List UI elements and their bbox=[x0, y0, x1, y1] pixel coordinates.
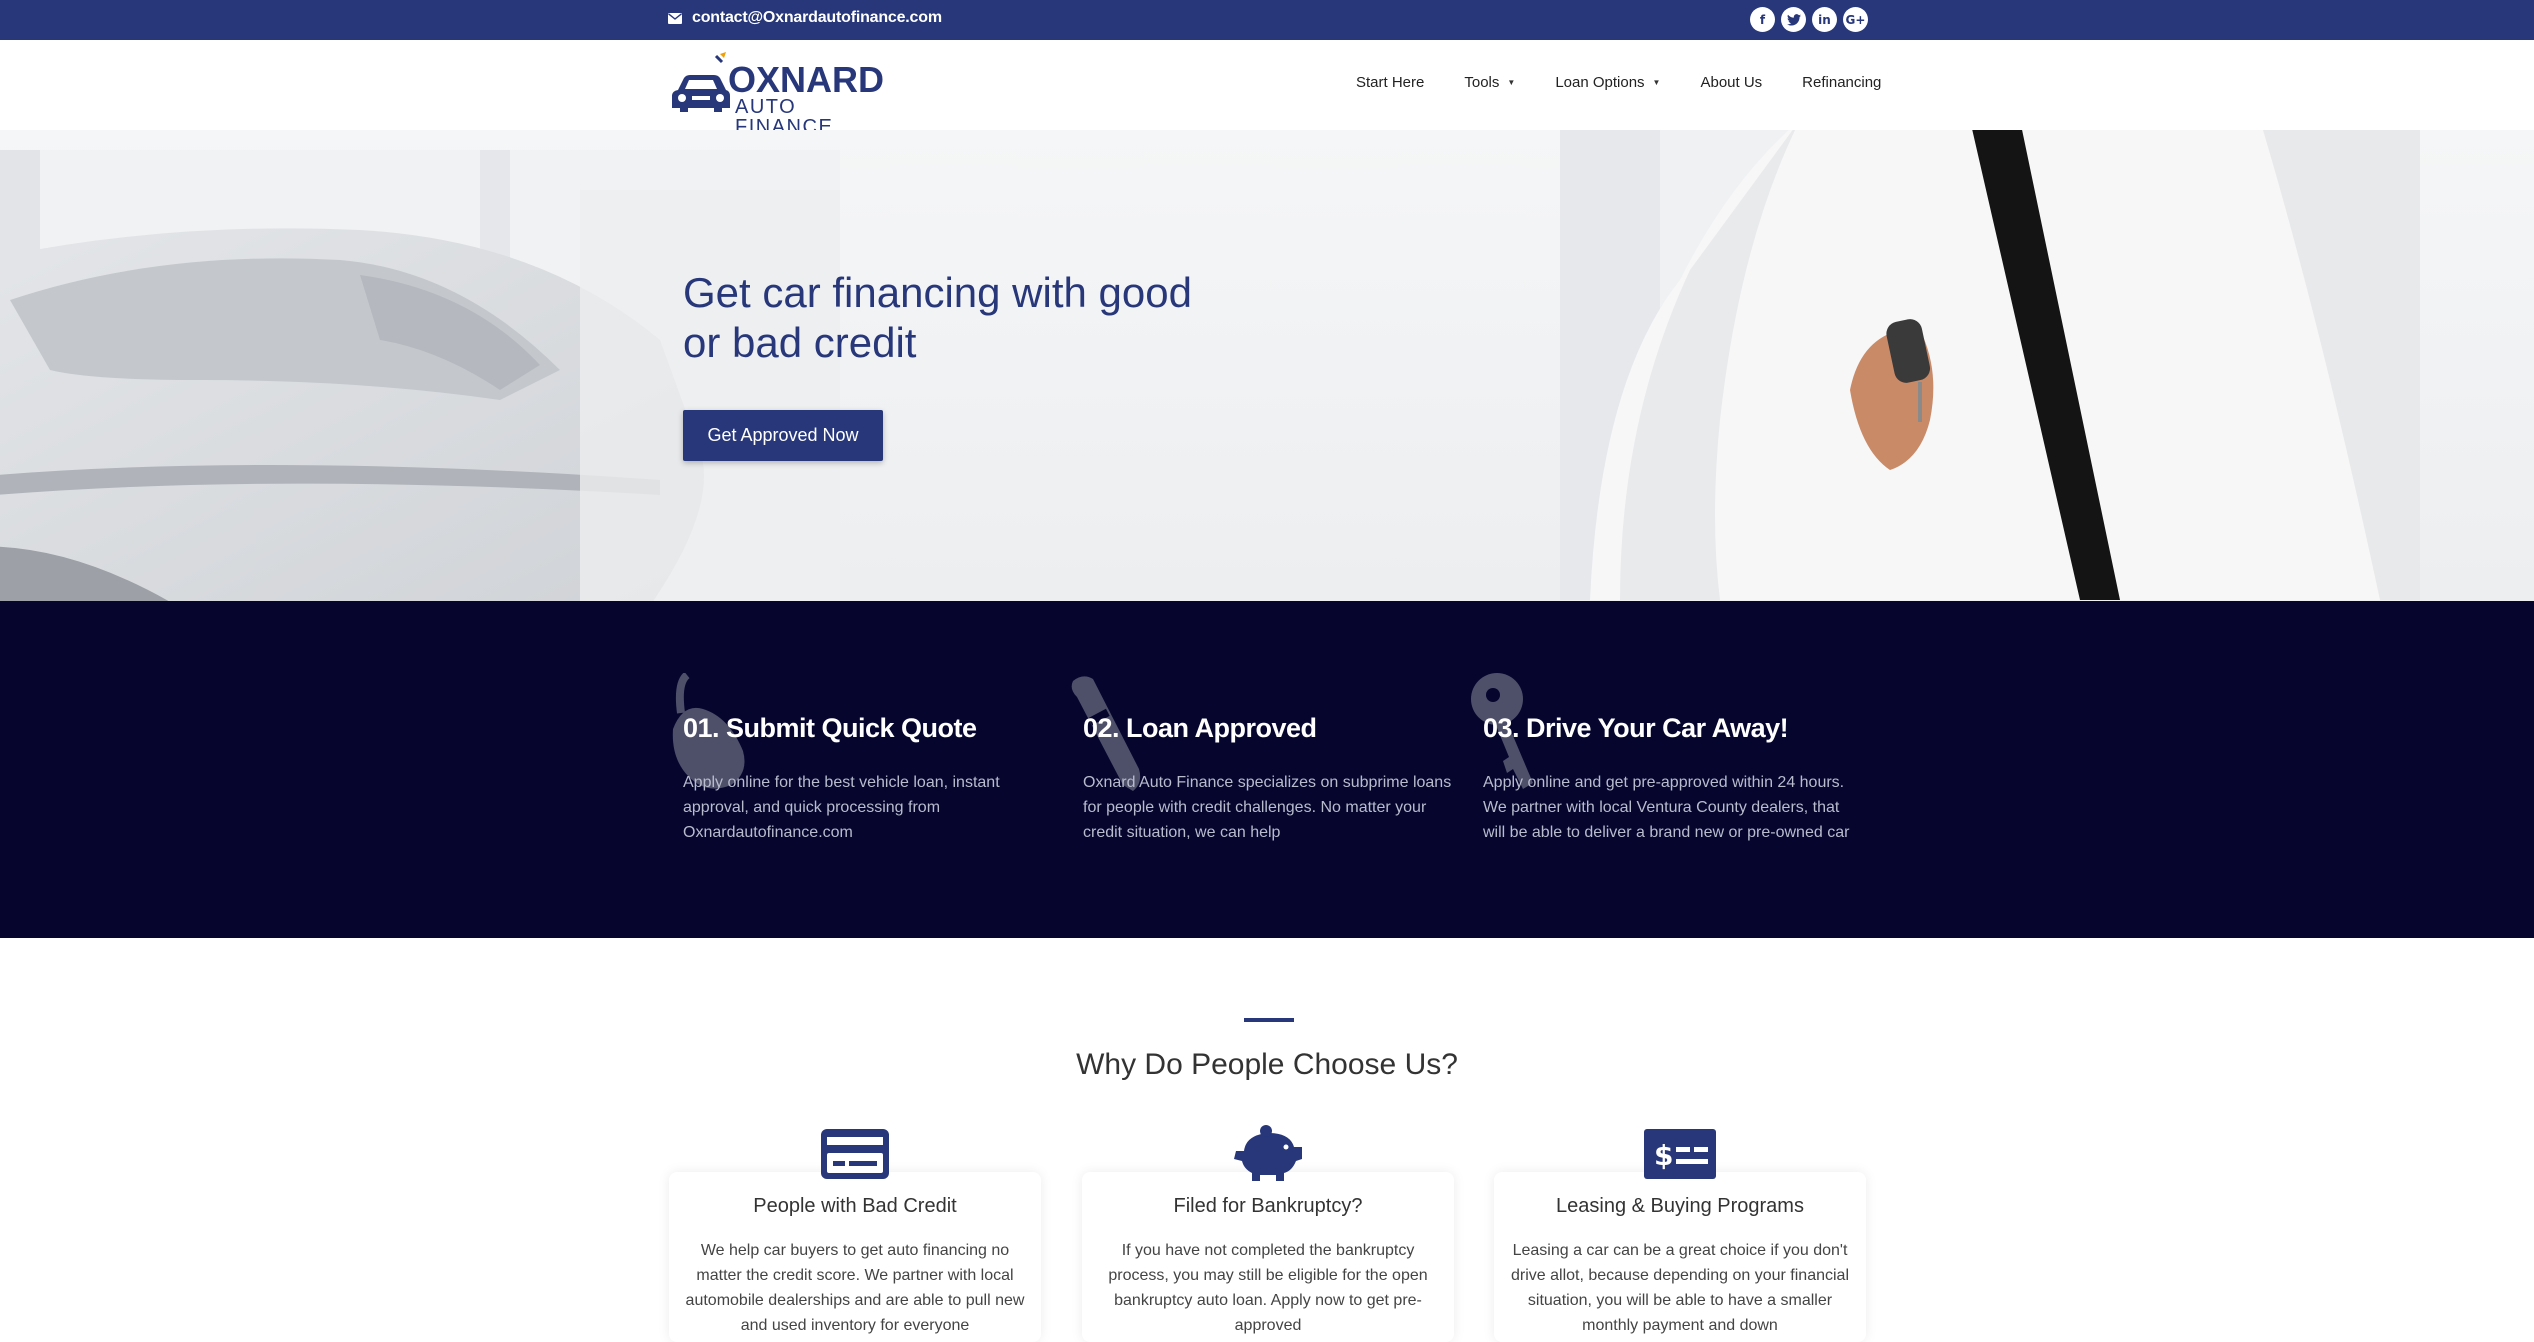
step-title: 01. Submit Quick Quote bbox=[683, 713, 977, 743]
car-logo-icon bbox=[672, 52, 730, 112]
linkedin-icon[interactable]: in bbox=[1812, 7, 1837, 32]
nav-loan-options[interactable]: Loan Options ▼ bbox=[1555, 74, 1660, 91]
feature-text: Leasing a car can be a great choice if y… bbox=[1510, 1242, 1849, 1334]
step-card: 02. Loan Approved Oxnard Auto Finance sp… bbox=[1071, 676, 1463, 845]
hero-car-image bbox=[0, 150, 840, 601]
site-logo[interactable]: OXNARD AUTO FINANCE bbox=[668, 50, 894, 137]
step-text: Apply online and get pre-approved within… bbox=[1483, 774, 1850, 841]
money-bill-icon: $ bbox=[1644, 1129, 1716, 1179]
feature-text: If you have not completed the bankruptcy… bbox=[1108, 1242, 1428, 1334]
hero-banner: Get car financing with good or bad credi… bbox=[0, 130, 2534, 601]
twitter-icon[interactable] bbox=[1781, 7, 1806, 32]
svg-text:$: $ bbox=[1654, 1139, 1673, 1172]
nav-label: Tools bbox=[1464, 74, 1500, 91]
hero-person-with-keys-image bbox=[1560, 130, 2420, 601]
facebook-icon[interactable]: f bbox=[1750, 7, 1775, 32]
dropdown-caret-icon: ▼ bbox=[1507, 78, 1516, 87]
top-bar: contact@Oxnardautofinance.com f in G+ bbox=[0, 0, 2534, 40]
step-title: 03. Drive Your Car Away! bbox=[1483, 713, 1789, 743]
nav-label: Start Here bbox=[1356, 74, 1425, 91]
steps-section: 01. Submit Quick Quote Apply online for … bbox=[0, 601, 2534, 938]
nav-tools[interactable]: Tools ▼ bbox=[1464, 74, 1515, 91]
feature-title: Leasing & Buying Programs bbox=[1556, 1195, 1804, 1217]
main-nav: Start Here Tools ▼ Loan Options ▼ About Us… bbox=[1356, 74, 1881, 91]
nav-label: Refinancing bbox=[1802, 74, 1882, 91]
step-text: Apply online for the best vehicle loan, … bbox=[683, 774, 1000, 841]
feature-card: Leasing & Buying Programs Leasing a car … bbox=[1494, 1172, 1866, 1342]
nav-about-us[interactable]: About Us bbox=[1700, 74, 1762, 91]
nav-label: About Us bbox=[1700, 74, 1763, 91]
google-plus-icon[interactable]: G+ bbox=[1843, 7, 1868, 32]
step-card: 01. Submit Quick Quote Apply online for … bbox=[672, 673, 1063, 845]
contact-email-text: contact@Oxnardautofinance.com bbox=[692, 9, 942, 26]
feature-title: Filed for Bankruptcy? bbox=[1173, 1195, 1363, 1217]
feature-card: Filed for Bankruptcy? If you have not co… bbox=[1082, 1172, 1454, 1342]
get-approved-button[interactable]: Get Approved Now bbox=[683, 410, 883, 461]
social-links: f in G+ bbox=[1750, 7, 1868, 32]
mail-icon bbox=[668, 12, 682, 24]
contact-email-link[interactable]: contact@Oxnardautofinance.com bbox=[668, 9, 942, 27]
credit-card-icon bbox=[821, 1129, 889, 1179]
site-header: OXNARD AUTO FINANCE Start Here Tools ▼ Lo… bbox=[0, 40, 2534, 137]
nav-label: Loan Options bbox=[1555, 74, 1645, 91]
feature-text: We help car buyers to get auto financing… bbox=[685, 1242, 1025, 1334]
logo-wordmark: OXNARD bbox=[728, 59, 885, 100]
step-title: 02. Loan Approved bbox=[1083, 713, 1317, 743]
hero-heading: Get car financing with good or bad credi… bbox=[683, 269, 1192, 366]
piggy-bank-icon bbox=[1234, 1125, 1302, 1181]
nav-refinancing[interactable]: Refinancing bbox=[1802, 74, 1881, 91]
section-divider bbox=[1244, 1018, 1294, 1022]
feature-card: People with Bad Credit We help car buyer… bbox=[669, 1172, 1041, 1342]
feature-title: People with Bad Credit bbox=[753, 1195, 957, 1217]
why-section-title: Why Do People Choose Us? bbox=[1076, 1048, 1458, 1081]
dropdown-caret-icon: ▼ bbox=[1652, 78, 1661, 87]
step-text: Oxnard Auto Finance specializes on subpr… bbox=[1083, 774, 1452, 841]
nav-start-here[interactable]: Start Here bbox=[1356, 74, 1424, 91]
step-card: 03. Drive Your Car Away! Apply online an… bbox=[1471, 673, 1863, 845]
